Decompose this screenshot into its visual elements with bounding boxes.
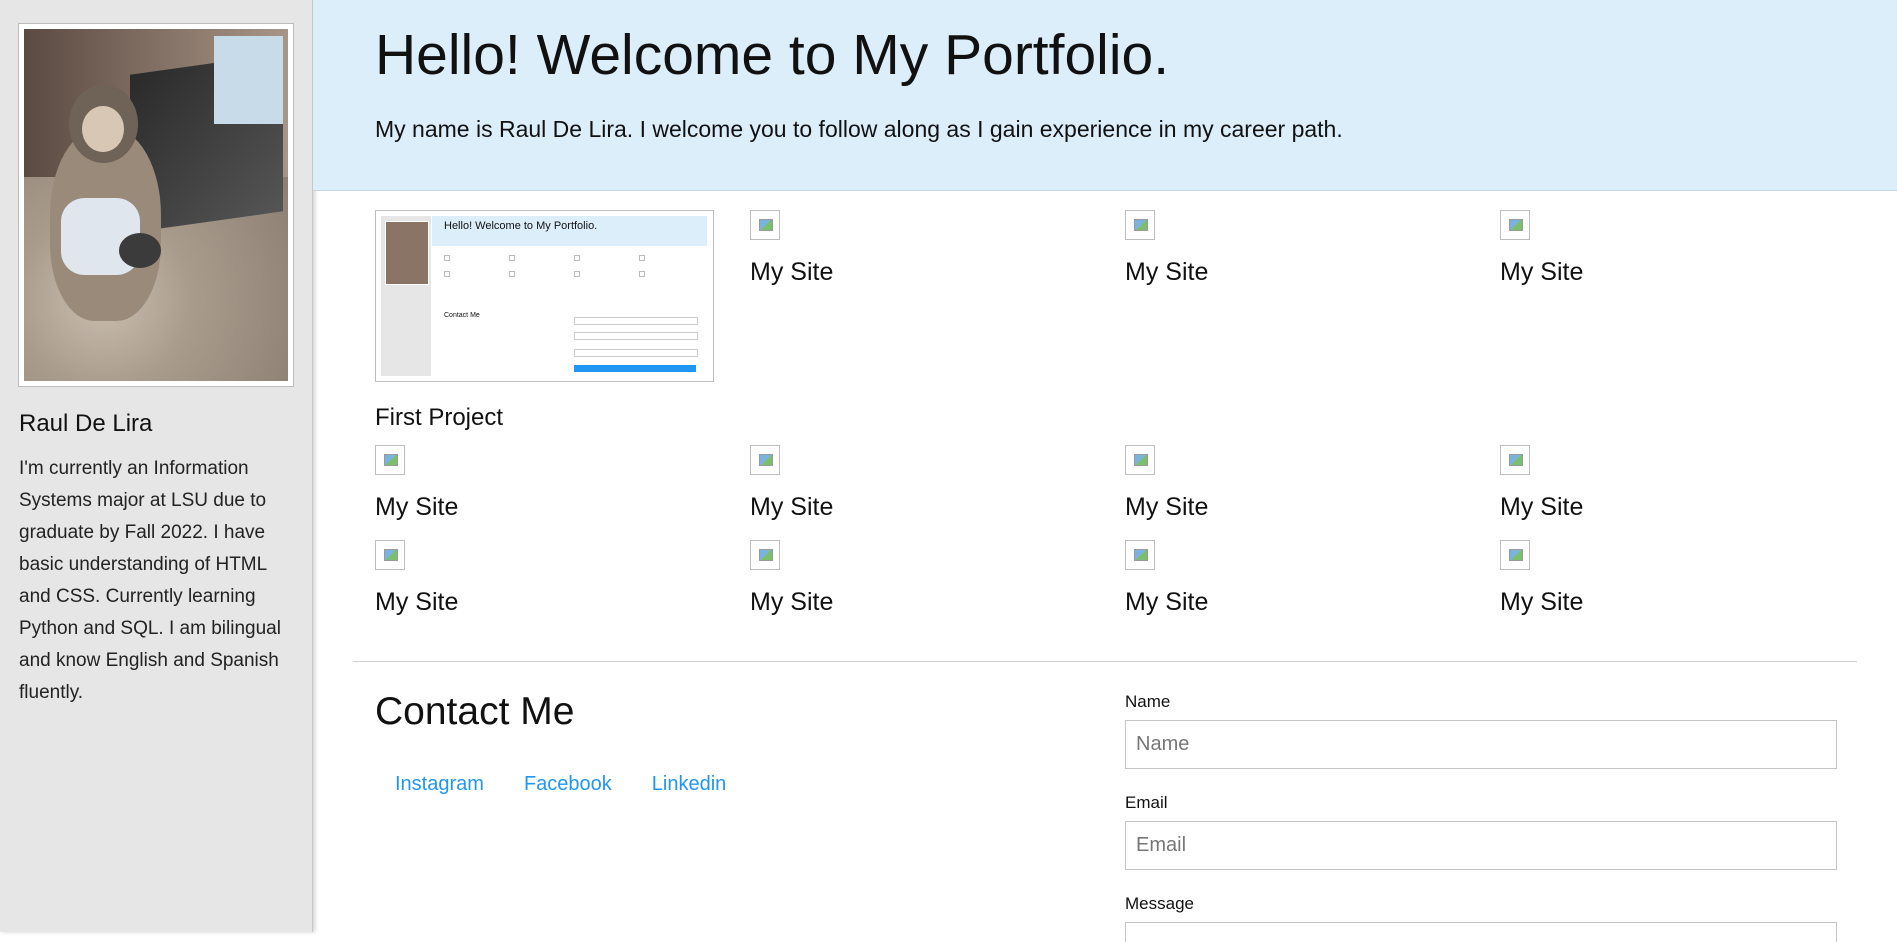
project-label[interactable]: My Site [1125, 493, 1455, 522]
thumbnail-contact: Contact Me [444, 312, 480, 319]
broken-image-icon[interactable] [1125, 540, 1155, 570]
project-card-first[interactable]: Hello! Welcome to My Portfolio. Contact … [375, 210, 714, 382]
project-card[interactable]: My Site [1500, 210, 1830, 287]
project-card[interactable]: My Site [375, 445, 705, 522]
project-card[interactable]: My Site [750, 445, 1080, 522]
message-label: Message [1125, 894, 1194, 913]
project-label[interactable]: My Site [1500, 588, 1830, 617]
contact-title: Contact Me [375, 690, 575, 733]
first-project-label[interactable]: First Project [375, 404, 503, 432]
project-label[interactable]: My Site [1500, 493, 1830, 522]
instagram-link[interactable]: Instagram [375, 773, 504, 796]
project-label[interactable]: My Site [750, 258, 1080, 287]
broken-image-icon[interactable] [1500, 445, 1530, 475]
profile-name: Raul De Lira [19, 410, 153, 437]
project-label[interactable]: My Site [1500, 258, 1830, 287]
thumbnail-title: Hello! Welcome to My Portfolio. [444, 220, 598, 232]
project-card[interactable]: My Site [1500, 445, 1830, 522]
profile-photo-image [24, 29, 288, 381]
project-card[interactable]: My Site [1500, 540, 1830, 617]
page-header: Hello! Welcome to My Portfolio. My name … [313, 0, 1897, 191]
broken-image-icon[interactable] [375, 540, 405, 570]
project-card[interactable]: My Site [375, 540, 705, 617]
name-label: Name [1125, 692, 1171, 711]
project-label[interactable]: My Site [1125, 258, 1455, 287]
project-label[interactable]: My Site [375, 588, 705, 617]
broken-image-icon[interactable] [1125, 210, 1155, 240]
page-subtitle: My name is Raul De Lira. I welcome you t… [375, 116, 1343, 142]
project-card[interactable]: My Site [1125, 210, 1455, 287]
facebook-link[interactable]: Facebook [504, 773, 632, 796]
name-field[interactable] [1125, 720, 1837, 769]
profile-bio: I'm currently an Information Systems maj… [19, 458, 281, 703]
broken-image-icon[interactable] [1125, 445, 1155, 475]
broken-image-icon[interactable] [1500, 540, 1530, 570]
project-card[interactable]: My Site [750, 210, 1080, 287]
sidebar: Raul De Lira I'm currently an Informatio… [0, 0, 313, 932]
email-field[interactable] [1125, 821, 1837, 870]
project-card[interactable]: My Site [750, 540, 1080, 617]
broken-image-icon[interactable] [1500, 210, 1530, 240]
broken-image-icon[interactable] [375, 445, 405, 475]
project-label[interactable]: My Site [750, 493, 1080, 522]
social-links: Instagram Facebook Linkedin [375, 773, 746, 796]
email-label: Email [1125, 793, 1168, 812]
page-title: Hello! Welcome to My Portfolio. [375, 23, 1170, 87]
project-card[interactable]: My Site [1125, 540, 1455, 617]
project-label[interactable]: My Site [750, 588, 1080, 617]
message-field[interactable] [1125, 922, 1837, 942]
broken-image-icon[interactable] [750, 540, 780, 570]
broken-image-icon[interactable] [750, 445, 780, 475]
contact-form: Name Email Message [1125, 692, 1837, 942]
project-label[interactable]: My Site [375, 493, 705, 522]
broken-image-icon[interactable] [750, 210, 780, 240]
section-divider [353, 661, 1857, 662]
project-label[interactable]: My Site [1125, 588, 1455, 617]
project-card[interactable]: My Site [1125, 445, 1455, 522]
first-project-thumbnail[interactable]: Hello! Welcome to My Portfolio. Contact … [375, 210, 714, 382]
linkedin-link[interactable]: Linkedin [632, 773, 747, 796]
profile-photo [18, 23, 294, 387]
